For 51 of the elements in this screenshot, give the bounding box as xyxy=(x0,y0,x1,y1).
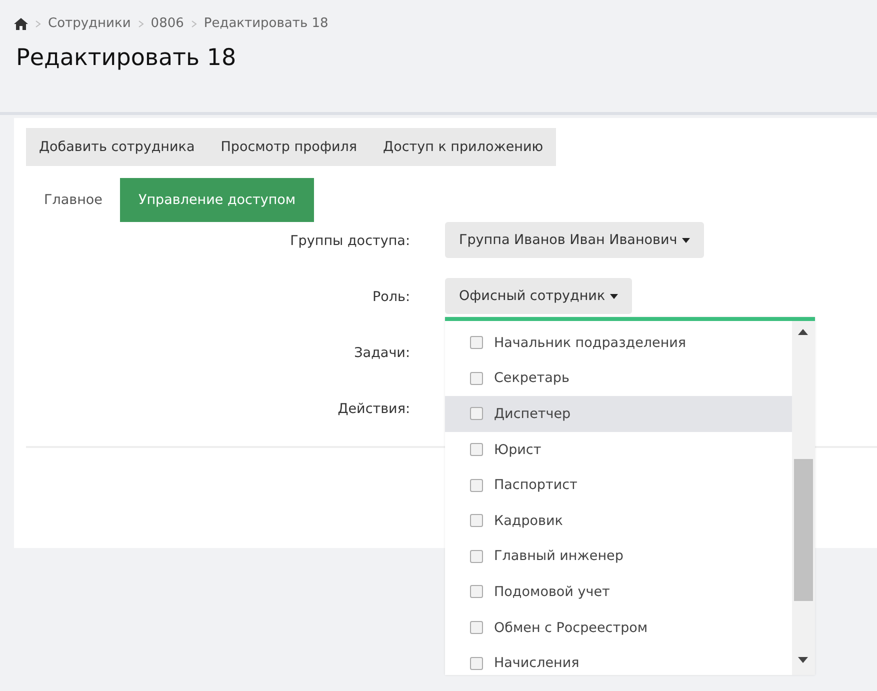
menu-item-label: Паспортист xyxy=(494,477,578,494)
scrollbar[interactable] xyxy=(792,321,815,675)
checkbox[interactable] xyxy=(470,372,483,385)
scroll-down-icon[interactable] xyxy=(798,657,808,663)
menu-item[interactable]: Диспетчер xyxy=(445,396,792,432)
checkbox[interactable] xyxy=(470,656,483,670)
field-label: Действия: xyxy=(336,400,410,417)
menu-item[interactable]: Секретарь xyxy=(445,360,792,396)
menu-item[interactable]: Кадровик xyxy=(445,502,792,539)
field-label: Роль: xyxy=(371,288,410,305)
menu-item-label: Секретарь xyxy=(494,370,570,386)
menu-item-label: Начисления xyxy=(494,655,580,672)
checkbox[interactable] xyxy=(470,550,483,563)
menu-item[interactable]: Паспортист xyxy=(445,467,792,503)
dropdown-button[interactable]: Группа Иванов Иван Иванович xyxy=(445,222,704,258)
menu-item[interactable]: Юрист xyxy=(445,432,792,468)
menu-item-label: Обмен с Росреестром xyxy=(494,620,648,636)
field-label: Задачи: xyxy=(353,344,410,361)
menu-item-label: Диспетчер xyxy=(494,406,571,422)
dropdown-button[interactable]: Офисный сотрудник xyxy=(445,278,632,314)
field-label: Группы доступа: xyxy=(289,232,410,249)
checkbox[interactable] xyxy=(470,478,483,492)
menu-item-label: Юрист xyxy=(494,442,542,458)
breadcrumb-item[interactable]: Сотрудники xyxy=(48,16,131,31)
checkbox[interactable] xyxy=(470,621,483,634)
scrollbar-thumb[interactable] xyxy=(794,459,813,601)
checkbox[interactable] xyxy=(470,514,483,528)
breadcrumb-item[interactable]: 0806 xyxy=(150,16,184,31)
menu-item-label: Начальник подразделения xyxy=(494,334,686,351)
menu-item[interactable]: Главный инженер xyxy=(445,538,792,574)
breadcrumb-separator-icon xyxy=(35,20,41,28)
breadcrumb-separator-icon xyxy=(190,20,197,28)
breadcrumb-item: Редактировать 18 xyxy=(204,16,328,31)
caret-icon xyxy=(610,294,618,298)
menu-item[interactable]: Начальник подразделения xyxy=(445,325,792,361)
menu-item-label: Главный инженер xyxy=(494,548,624,564)
tab[interactable]: Управление доступом xyxy=(120,178,314,222)
checkbox[interactable] xyxy=(470,585,483,598)
page-title: Редактировать 18 xyxy=(16,45,238,71)
menu-item-label: Подомовой учет xyxy=(494,584,610,600)
scroll-up-icon[interactable] xyxy=(798,329,808,335)
breadcrumb-separator-icon xyxy=(138,20,144,28)
menu-item-label: Кадровик xyxy=(494,512,563,529)
menu-item[interactable]: Обмен с Росреестром xyxy=(445,610,792,646)
checkbox[interactable] xyxy=(470,336,483,350)
checkbox[interactable] xyxy=(470,407,483,420)
caret-icon xyxy=(682,238,690,242)
menu-item[interactable]: Начисления xyxy=(445,645,792,675)
menu-item[interactable]: Подомовой учет xyxy=(445,574,792,610)
checkbox[interactable] xyxy=(470,443,483,456)
home-icon[interactable] xyxy=(14,18,28,30)
